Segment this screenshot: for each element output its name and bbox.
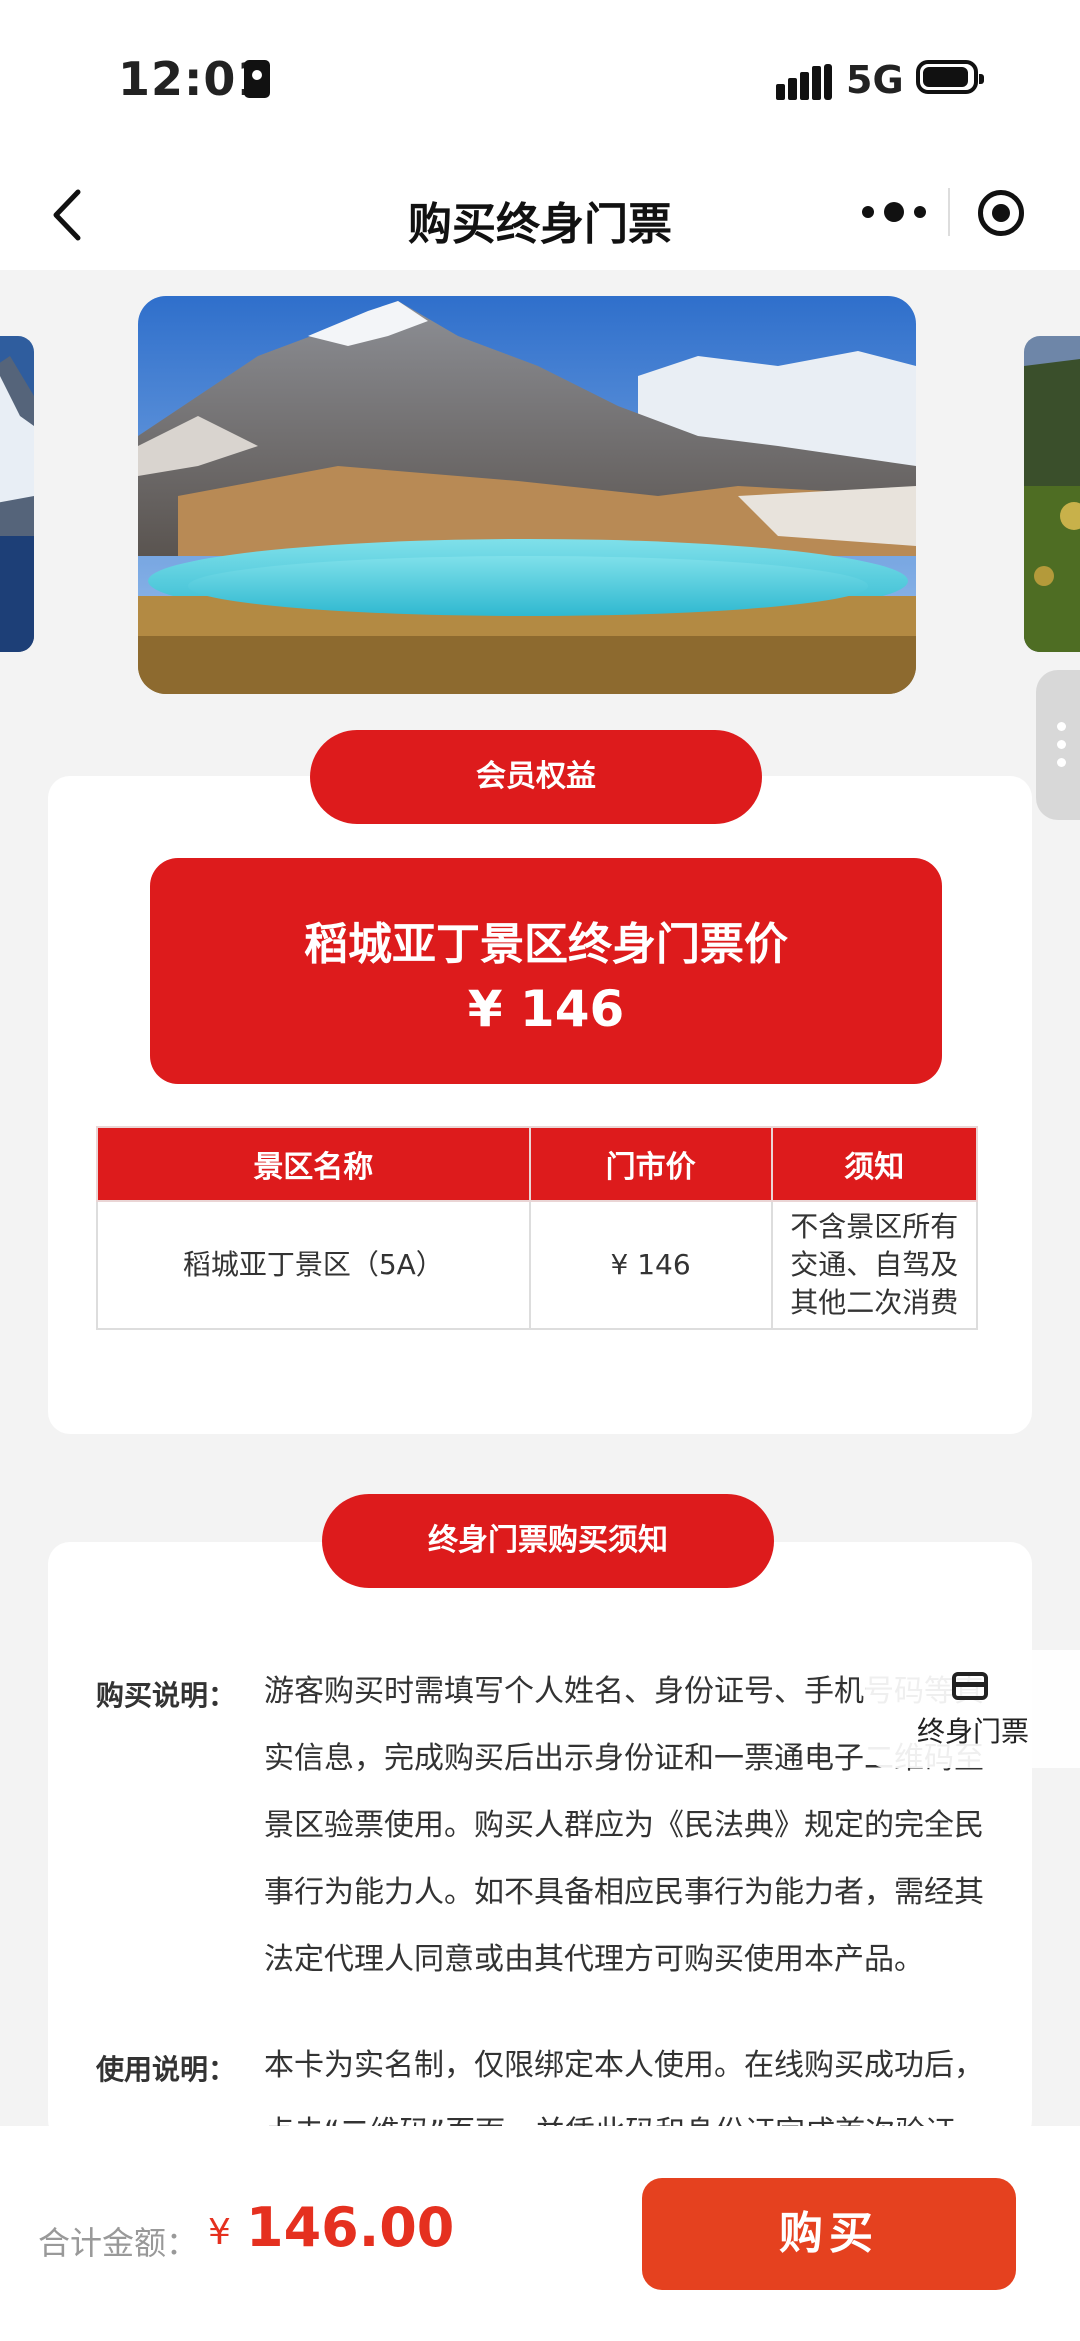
- table-header-price: 门市价: [528, 1126, 773, 1202]
- benefits-pill: 会员权益: [310, 730, 762, 824]
- carousel-next-image[interactable]: [1024, 336, 1080, 652]
- capsule-divider: [948, 188, 950, 236]
- scenic-price-cell: ¥ 146: [528, 1200, 773, 1330]
- total-amount: 146.00: [246, 2196, 455, 2259]
- signal-icon: [776, 64, 834, 100]
- notice-item-usage: 使用说明： 本卡为实名制，仅限绑定本人使用。在线购买成功后，点击“二维码”页面，…: [96, 2032, 986, 2132]
- ticket-card-icon: [952, 1672, 988, 1700]
- table-header-name: 景区名称: [96, 1126, 531, 1202]
- miniprogram-capsule: [838, 174, 1058, 250]
- scenic-name-cell: 稻城亚丁景区（5A）: [96, 1200, 531, 1330]
- total-label: 合计金额：: [38, 2224, 199, 2262]
- scenic-notice-cell: 不含景区所有交通、自驾及其他二次消费: [770, 1200, 979, 1330]
- lifetime-ticket-label: 终身门票: [916, 1715, 1029, 1748]
- notice-text: 本卡为实名制，仅限绑定本人使用。在线购买成功后，点击“二维码”页面，并凭此码和身…: [264, 2048, 984, 2132]
- price-title: 稻城亚丁景区终身门票价: [304, 919, 788, 970]
- status-bar: 12:01 5G: [0, 0, 1080, 160]
- table-row: 稻城亚丁景区（5A） ¥ 146 不含景区所有交通、自驾及其他二次消费: [96, 1200, 979, 1330]
- notice-label: 使用说明：: [96, 2053, 237, 2086]
- carousel-image-lake[interactable]: [138, 296, 916, 694]
- lifetime-ticket-shortcut[interactable]: 终身门票: [866, 1650, 1080, 1768]
- price-value: ¥ 146: [467, 980, 625, 1038]
- bottom-purchase-bar: 合计金额： ¥ 146.00 购买: [0, 2126, 1080, 2341]
- network-type: 5G: [846, 58, 904, 102]
- notice-item-purchase: 购买说明： 游客购买时需填写个人姓名、身份证号、手机号码等真实信息，完成购买后出…: [96, 1658, 986, 1988]
- buy-button[interactable]: 购买: [642, 2178, 1016, 2290]
- side-scroll-handle[interactable]: [1036, 670, 1080, 820]
- table-header-notice: 须知: [770, 1126, 979, 1202]
- purchase-notice-pill: 终身门票购买须知: [322, 1494, 774, 1588]
- sim-card-icon: [244, 60, 270, 98]
- total-currency: ¥: [208, 2212, 231, 2253]
- scenic-price-table: 景区名称 门市价 须知 稻城亚丁景区（5A） ¥ 146 不含景区所有交通、自驾…: [96, 1126, 979, 1330]
- price-banner: 稻城亚丁景区终身门票价 ¥ 146: [150, 858, 942, 1084]
- nav-bar: 购买终身门票: [0, 160, 1080, 270]
- close-miniprogram-icon[interactable]: [978, 190, 1024, 236]
- more-icon[interactable]: [858, 196, 930, 228]
- battery-icon: [916, 60, 984, 94]
- notice-label: 购买说明：: [96, 1679, 237, 1712]
- carousel-prev-image[interactable]: [0, 336, 34, 652]
